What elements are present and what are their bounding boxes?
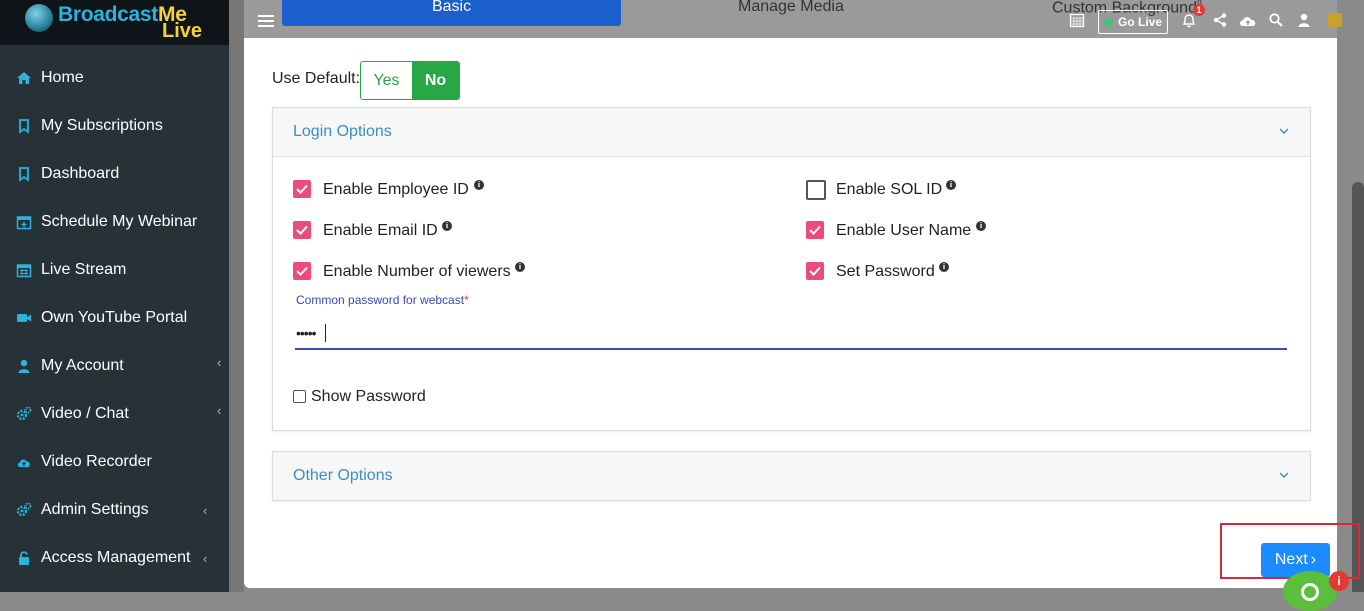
use-default-toggle[interactable]: Yes No [360,61,460,100]
login-options-header[interactable]: Login Options [273,108,1310,157]
text-cursor [325,324,326,342]
gears-icon [16,502,32,518]
info-icon[interactable]: i [442,221,452,231]
chevron-left-icon: ‹ [203,551,208,566]
calendar-plus-icon [16,214,32,230]
sidebar-item-label: Schedule My Webinar [41,213,198,230]
sidebar-item-access-management[interactable]: Access Management ‹ [0,534,229,582]
sidebar-item-my-account[interactable]: My Account ‹ [0,342,229,390]
video-icon [16,310,32,326]
password-field-label: Common password for webcast* [296,293,469,307]
checkbox-label: Enable Number of viewers [323,263,511,280]
chevron-down-icon [1278,123,1290,134]
show-password-checkbox[interactable] [293,390,306,403]
password-field[interactable] [295,318,1287,350]
sidebar-item-my-subscriptions[interactable]: My Subscriptions [0,102,229,150]
logo-globe-icon [25,4,53,32]
go-live-button[interactable]: Go Live [1098,10,1168,34]
checkbox-label: Enable User Name [836,222,972,239]
app-indicator-icon[interactable] [1328,13,1342,27]
user-icon [16,358,32,374]
sidebar-item-video-chat[interactable]: Video / Chat ‹ [0,390,229,438]
chevron-left-icon: ‹ [217,355,222,370]
checkbox-label: Enable SOL ID [836,181,943,198]
sidebar-item-video-recorder[interactable]: Video Recorder [0,438,229,486]
panel-title: Login Options [293,123,392,140]
info-icon[interactable]: i [515,262,525,272]
cloud-upload-icon [16,454,32,470]
sidebar-item-label: My Subscriptions [41,117,163,134]
sidebar-item-label: Video / Chat [41,405,129,422]
sidebar-item-admin-settings[interactable]: Admin Settings ‹ [0,486,229,534]
info-icon[interactable]: i [976,221,986,231]
sidebar-item-schedule-webinar[interactable]: Schedule My Webinar [0,198,229,246]
go-live-label: Go Live [1117,15,1162,29]
password-value: ••••• [296,325,316,341]
checkbox-enable-email-id[interactable] [293,221,311,239]
sidebar-item-label: Own YouTube Portal [41,309,188,326]
chevron-left-icon: ‹ [217,403,222,418]
info-icon[interactable]: i [939,262,949,272]
use-default-label: Use Default: [272,70,361,87]
sidebar-item-label: Home [41,69,84,86]
home-icon [16,70,32,86]
sidebar-item-label: Dashboard [41,165,120,182]
no-option[interactable]: No [412,62,459,99]
sidebar-item-own-youtube-portal[interactable]: Own YouTube Portal [0,294,229,342]
checkbox-enable-employee-id[interactable] [293,180,311,198]
show-password-label[interactable]: Show Password [311,388,426,406]
sidebar-item-label: Video Recorder [41,453,152,470]
chat-icon [1301,583,1319,601]
user-icon[interactable] [1296,12,1312,28]
sidebar-item-label: Admin Settings [41,501,149,518]
notification-count-badge: 1 [1193,4,1205,16]
cloud-upload-icon[interactable] [1238,12,1258,28]
search-icon[interactable] [1268,12,1284,28]
sidebar-item-live-stream[interactable]: Live Stream [0,246,229,294]
checkbox-enable-number-of-viewers[interactable] [293,262,311,280]
checkbox-enable-user-name[interactable] [806,221,824,239]
checkbox-label: Enable Employee ID [323,181,469,198]
sidebar-item-label: Live Stream [41,261,127,278]
yes-option[interactable]: Yes [361,62,412,99]
chevron-left-icon: ‹ [203,503,208,518]
logo-text-live: Live [162,20,203,42]
sidebar-item-dashboard[interactable]: Dashboard [0,150,229,198]
required-mark: * [464,293,469,307]
chevron-down-icon [1278,467,1290,478]
info-icon[interactable]: i [474,180,484,190]
sidebar: BroadcastMe Live Home My Subscriptions D… [0,0,229,592]
lock-icon [16,550,32,566]
logo[interactable]: BroadcastMe Live [0,0,229,45]
chat-info-badge: i [1329,571,1349,591]
info-icon[interactable]: i [946,180,956,190]
sidebar-item-label: My Account [41,357,124,374]
bookmark-icon [16,118,32,134]
calendar-grid-icon[interactable] [1069,12,1085,28]
checkbox-enable-sol-id[interactable] [806,180,826,200]
panel-title: Other Options [293,467,393,484]
sidebar-item-home[interactable]: Home [0,54,229,102]
sidebar-item-label: Access Management [41,549,191,566]
checkbox-label: Set Password [836,263,935,280]
password-label-text: Common password for webcast [296,293,465,307]
checkbox-set-password[interactable] [806,262,824,280]
share-icon[interactable] [1212,12,1228,28]
live-dot-icon [1103,17,1113,27]
bookmark-icon [16,166,32,182]
backdrop [229,0,244,592]
other-options-header[interactable]: Other Options [273,452,1310,500]
tab-manage-media[interactable]: Manage Media [738,0,844,16]
checkbox-label: Enable Email ID [323,222,438,239]
other-options-panel: Other Options [272,451,1311,501]
calendar-icon [16,262,32,278]
gears-icon [16,406,32,422]
hamburger-menu-icon[interactable] [258,15,274,29]
tab-basic[interactable]: Basic [282,0,621,26]
